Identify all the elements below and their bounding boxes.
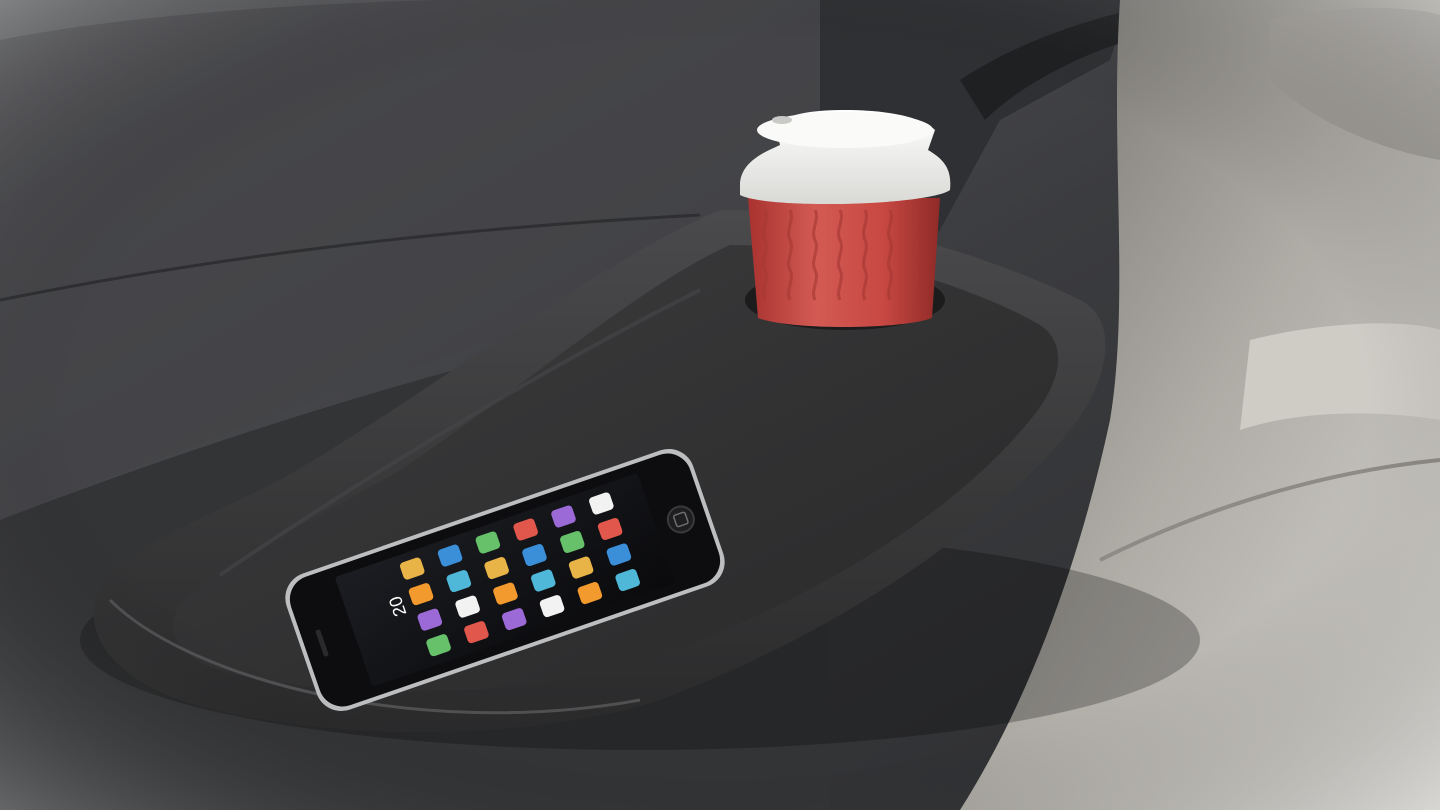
vignette-overlay bbox=[0, 0, 1440, 810]
car-interior-scene: 20 bbox=[0, 0, 1440, 810]
